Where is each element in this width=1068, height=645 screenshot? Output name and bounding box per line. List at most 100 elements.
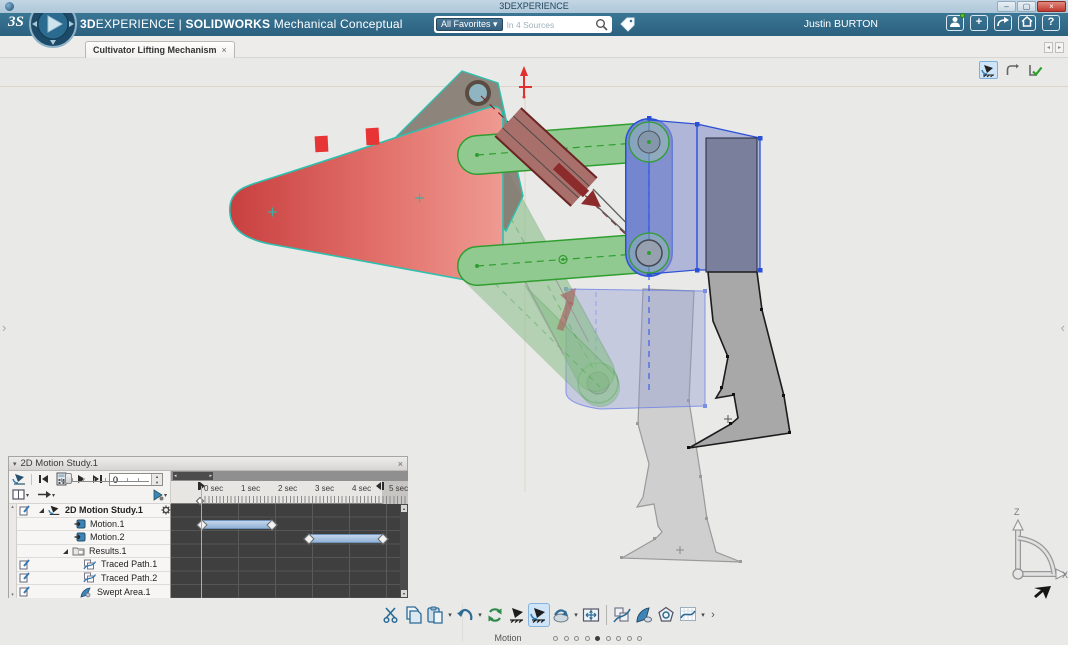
playback-mode-button[interactable] — [37, 490, 51, 499]
minimize-button[interactable]: – — [997, 1, 1016, 12]
close-button[interactable]: × — [1037, 1, 1066, 12]
tree-scrollbar[interactable]: ▴ ▾ — [9, 504, 17, 598]
panel-close-icon[interactable]: × — [398, 459, 403, 469]
vscroll-down-icon[interactable]: ▾ — [401, 590, 407, 597]
tag-icon[interactable] — [620, 17, 636, 32]
swept-area-button[interactable] — [633, 603, 655, 627]
carousel-dot[interactable] — [637, 636, 642, 641]
tab-scroll-right[interactable]: ▸ — [1055, 42, 1064, 53]
playback-speed-slider[interactable] — [61, 478, 149, 482]
jump-to-start-button[interactable] — [37, 473, 50, 485]
time-spinner[interactable]: ▴ ▾ — [151, 474, 162, 485]
speed-caret[interactable]: ▾ — [164, 492, 167, 499]
pan-timeline-button[interactable] — [580, 603, 602, 627]
slider-thumb[interactable] — [65, 473, 72, 484]
search-icon[interactable] — [595, 18, 608, 31]
carousel-dot[interactable] — [574, 636, 579, 641]
tree-row-swept-area[interactable]: Swept Area.1 — [17, 585, 170, 599]
carousel-dot[interactable] — [627, 636, 632, 641]
plot-results-button[interactable] — [677, 603, 699, 627]
timeline-playhead[interactable] — [201, 486, 203, 598]
home-button[interactable] — [1018, 15, 1036, 31]
motion-study-button[interactable] — [528, 603, 550, 627]
paste-button[interactable] — [424, 603, 446, 627]
tree-scroll-up-icon[interactable]: ▴ — [11, 504, 14, 510]
end-marker-bar[interactable] — [382, 482, 384, 490]
paste-caret[interactable]: ▾ — [446, 611, 454, 619]
motion-study-icon[interactable] — [12, 472, 27, 487]
carousel-dot[interactable] — [595, 636, 600, 641]
expand-caret-icon[interactable] — [37, 506, 45, 514]
edit-feature-icon[interactable] — [19, 505, 30, 516]
gear-icon[interactable] — [161, 505, 171, 515]
motion-panel-titlebar[interactable]: ▾ 2D Motion Study.1 × — [9, 457, 407, 471]
add-content-button[interactable]: + — [970, 15, 988, 31]
animate-button[interactable] — [550, 603, 572, 627]
carousel-dot[interactable] — [616, 636, 621, 641]
motion-study-tool[interactable] — [979, 61, 998, 79]
link-lower[interactable] — [475, 253, 649, 268]
tree-scroll-down-icon[interactable]: ▾ — [9, 592, 16, 598]
restore-button[interactable]: ▢ — [1017, 1, 1036, 12]
plot-caret[interactable]: ▾ — [699, 611, 707, 619]
carousel-dot[interactable] — [553, 636, 558, 641]
help-button[interactable]: ? — [1042, 15, 1060, 31]
timeline-vscrollbar[interactable]: ▴ ▾ — [400, 504, 408, 598]
search-filter-dropdown[interactable]: All Favorites ▾ — [436, 18, 503, 31]
tree-row-traced-path-1[interactable]: Traced Path.1 — [17, 558, 170, 572]
mouse-cursor — [1034, 586, 1051, 599]
sketch-tool[interactable] — [1002, 61, 1021, 79]
rebuild-button[interactable] — [484, 603, 506, 627]
motion-timeline[interactable]: ◂ ▸ 0 sec 1 sec 2 sec 3 sec 4 sec 5 sec — [171, 471, 408, 598]
carousel-dot[interactable] — [564, 636, 569, 641]
traced-path-button[interactable] — [611, 603, 633, 627]
spinner-down-icon[interactable]: ▾ — [152, 480, 162, 486]
edit-feature-icon[interactable] — [19, 572, 30, 583]
motion-snapshot-button[interactable] — [655, 603, 677, 627]
timeline-ruler[interactable]: 0 sec 1 sec 2 sec 3 sec 4 sec 5 sec — [171, 481, 408, 504]
tab-cultivator-lifting-mechanism[interactable]: Cultivator Lifting Mechanism × — [85, 41, 235, 58]
undo-button[interactable] — [454, 603, 476, 627]
playback-mode-caret[interactable]: ▾ — [52, 492, 55, 499]
timeline-hscroll-thumb[interactable]: ◂ ▸ — [173, 472, 213, 480]
animate-caret[interactable]: ▾ — [572, 611, 580, 619]
tab-close-icon[interactable]: × — [222, 45, 227, 55]
carousel-dot[interactable] — [585, 636, 590, 641]
user-profile-button[interactable] — [946, 15, 964, 31]
toolbar-more-button[interactable]: › — [707, 609, 719, 621]
timeline-end-flag[interactable] — [376, 482, 381, 490]
search-bar[interactable]: All Favorites ▾ In 4 Sources — [434, 16, 612, 33]
tree-row-results[interactable]: Results.1 — [17, 545, 170, 559]
playback-speed-button[interactable] — [152, 489, 164, 501]
undo-caret[interactable]: ▾ — [476, 611, 484, 619]
tree-row-motion-study[interactable]: 2D Motion Study.1 — [17, 504, 170, 518]
edit-feature-icon[interactable] — [19, 586, 30, 597]
cut-button[interactable] — [380, 603, 402, 627]
hscroll-right-icon[interactable]: ▸ — [209, 472, 212, 480]
validate-tool[interactable] — [1025, 61, 1044, 79]
motion-1-duration-bar[interactable] — [201, 520, 273, 529]
calculate-motion-button[interactable] — [506, 603, 528, 627]
panel-collapse-icon[interactable]: ▾ — [13, 460, 17, 468]
tree-row-motion-2[interactable]: Motion.2 — [17, 531, 170, 545]
search-input[interactable]: In 4 Sources — [507, 20, 595, 30]
right-panel-expand-chevron[interactable]: ‹ — [1061, 320, 1065, 335]
copy-button[interactable] — [402, 603, 424, 627]
view-layout-button[interactable] — [12, 489, 25, 500]
dassault-3ds-logo: 3S — [8, 14, 24, 31]
motion-2-duration-bar[interactable] — [308, 534, 384, 543]
tab-scroll-left[interactable]: ◂ — [1044, 42, 1053, 53]
edit-feature-icon[interactable] — [19, 559, 30, 570]
hscroll-left-icon[interactable]: ◂ — [174, 472, 177, 480]
brand-divider: | — [179, 17, 182, 31]
timeline-hscrollbar[interactable]: ◂ ▸ — [171, 471, 408, 481]
expand-caret-icon[interactable] — [61, 547, 69, 555]
tree-row-motion-1[interactable]: Motion.1 — [17, 518, 170, 532]
vscroll-up-icon[interactable]: ▴ — [401, 505, 407, 512]
left-panel-expand-chevron[interactable]: › — [2, 320, 6, 335]
carousel-dot[interactable] — [606, 636, 611, 641]
tree-row-traced-path-2[interactable]: Traced Path.2 — [17, 572, 170, 586]
share-button[interactable] — [994, 15, 1012, 31]
tree-label: Traced Path.2 — [101, 573, 157, 583]
layout-caret[interactable]: ▾ — [26, 492, 29, 499]
